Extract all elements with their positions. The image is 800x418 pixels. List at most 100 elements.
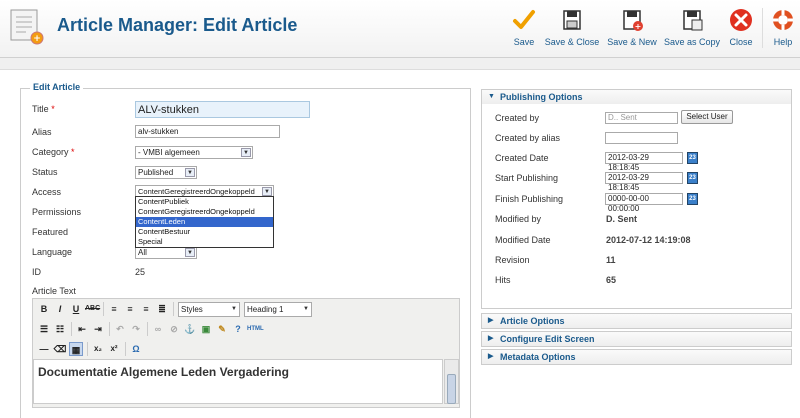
created-by-alias-label: Created by alias — [495, 133, 561, 143]
revision-value: 11 — [606, 255, 616, 265]
id-value: 25 — [135, 267, 146, 277]
access-dropdown-list[interactable]: ContentPubliek ContentGeregistreerdOngek… — [135, 196, 274, 248]
access-option-highlighted[interactable]: ContentLeden — [136, 217, 273, 227]
id-label: ID — [32, 267, 41, 277]
toolbar-separator — [173, 302, 174, 316]
visual-aid-icon[interactable]: ▦ — [69, 342, 83, 356]
created-by-alias-input[interactable] — [605, 132, 678, 144]
configure-edit-screen-header[interactable]: ▶ Configure Edit Screen — [481, 331, 792, 347]
alias-label: Alias — [32, 127, 52, 137]
editor-scrollbar[interactable] — [444, 359, 459, 404]
hits-value: 65 — [606, 275, 617, 285]
save-as-copy-button[interactable]: Save as Copy — [664, 8, 720, 52]
unlink-icon[interactable]: ⊘ — [167, 322, 181, 336]
modified-by-label: Modified by — [495, 214, 542, 224]
image-icon[interactable]: ▣ — [199, 322, 213, 336]
link-icon[interactable]: ∞ — [151, 322, 165, 336]
article-options-header[interactable]: ▶ Article Options — [481, 313, 792, 329]
created-date-input[interactable]: 2012-03-29 18:18:45 — [605, 152, 683, 172]
help-button[interactable]: Help — [771, 8, 795, 52]
floppy-copy-icon — [683, 10, 703, 31]
bullet-list-icon[interactable]: ☰ — [37, 322, 51, 336]
start-publishing-input[interactable]: 2012-03-29 18:18:45 — [605, 172, 683, 192]
publishing-options-title: Publishing Options — [500, 92, 583, 102]
calendar-icon[interactable]: 23 — [687, 172, 698, 184]
toolbar-separator — [109, 322, 110, 336]
html-icon[interactable]: HTML — [247, 322, 264, 336]
publishing-options-header[interactable]: ▼ Publishing Options — [481, 89, 792, 105]
status-select[interactable]: Published ▼ — [135, 166, 197, 179]
redo-icon[interactable]: ↷ — [129, 322, 143, 336]
created-date-label: Created Date — [495, 153, 549, 163]
save-new-label: Save & New — [607, 37, 657, 47]
finish-publishing-input[interactable]: 0000-00-00 00:00:00 — [605, 193, 683, 213]
align-justify-icon[interactable]: ≣ — [155, 302, 169, 316]
hits-label: Hits — [495, 275, 511, 285]
toolbar-divider — [762, 8, 763, 48]
save-as-copy-label: Save as Copy — [664, 37, 721, 47]
toolbar-separator — [87, 342, 88, 356]
start-publishing-label: Start Publishing — [495, 173, 559, 183]
editor-toolbar-row-2: ☰ ☷ ⇤ ⇥ ↶ ↷ ∞ ⊘ ⚓ ▣ ✎ ? HTML — [33, 322, 459, 342]
help-icon[interactable]: ? — [231, 322, 245, 336]
triangle-down-icon: ▼ — [488, 93, 495, 100]
align-center-icon[interactable]: ≡ — [123, 302, 137, 316]
underline-icon[interactable]: U — [69, 302, 83, 316]
remove-format-icon[interactable]: ⌫ — [53, 342, 67, 356]
category-select[interactable]: - VMBI algemeen ▼ — [135, 146, 253, 159]
alias-input[interactable] — [135, 125, 280, 138]
calendar-icon[interactable]: 23 — [687, 152, 698, 164]
strikethrough-icon[interactable]: ABC — [85, 302, 100, 316]
access-option[interactable]: Special — [136, 237, 273, 247]
access-option[interactable]: ContentGeregistreerdOngekoppeld — [136, 207, 273, 217]
horizontal-rule-icon[interactable]: — — [37, 342, 51, 356]
revision-label: Revision — [495, 255, 530, 265]
triangle-right-icon: ▶ — [488, 353, 494, 360]
heading-value: Heading 1 — [247, 305, 284, 314]
select-user-button[interactable]: Select User — [681, 110, 733, 124]
heading-select[interactable]: Heading 1 ▼ — [244, 302, 312, 317]
subscript-icon[interactable]: x₂ — [91, 342, 105, 356]
chevron-down-icon: ▼ — [185, 248, 195, 257]
calendar-icon[interactable]: 23 — [687, 193, 698, 205]
status-label: Status — [32, 167, 58, 177]
cleanup-icon[interactable]: ✎ — [215, 322, 229, 336]
save-new-button[interactable]: + Save & New — [606, 8, 658, 52]
modified-date-value: 2012-07-12 14:19:08 — [606, 235, 691, 245]
svg-text:+: + — [635, 22, 642, 31]
language-label: Language — [32, 247, 73, 257]
close-button[interactable]: Close — [728, 8, 754, 52]
access-option[interactable]: ContentPubliek — [136, 197, 273, 207]
metadata-options-header[interactable]: ▶ Metadata Options — [481, 349, 792, 365]
align-right-icon[interactable]: ≡ — [139, 302, 153, 316]
svg-text:+: + — [33, 34, 41, 44]
permissions-label: Permissions — [32, 207, 82, 217]
align-left-icon[interactable]: ≡ — [107, 302, 121, 316]
anchor-icon[interactable]: ⚓ — [183, 322, 197, 336]
help-label: Help — [773, 37, 793, 47]
bold-icon[interactable]: B — [37, 302, 51, 316]
toolbar-separator — [125, 342, 126, 356]
configure-edit-screen-title: Configure Edit Screen — [500, 334, 595, 344]
created-by-label: Created by — [495, 113, 540, 123]
numbered-list-icon[interactable]: ☷ — [53, 322, 67, 336]
access-option[interactable]: ContentBestuur — [136, 227, 273, 237]
triangle-right-icon: ▶ — [488, 317, 494, 324]
triangle-right-icon: ▶ — [488, 335, 494, 342]
save-close-button[interactable]: Save & Close — [544, 8, 600, 52]
outdent-icon[interactable]: ⇤ — [75, 322, 89, 336]
title-input[interactable] — [135, 101, 310, 118]
edit-article-legend: Edit Article — [30, 82, 84, 92]
chevron-down-icon: ▼ — [231, 306, 237, 312]
undo-icon[interactable]: ↶ — [113, 322, 127, 336]
save-button[interactable]: Save — [510, 8, 538, 52]
indent-icon[interactable]: ⇥ — [91, 322, 105, 336]
special-character-icon[interactable]: Ω — [129, 342, 143, 356]
page-header: + Article Manager: Edit Article Save Sav… — [0, 0, 800, 58]
italic-icon[interactable]: I — [53, 302, 67, 316]
created-by-field[interactable]: D.. Sent — [605, 112, 678, 124]
styles-select[interactable]: Styles ▼ — [178, 302, 240, 317]
superscript-icon[interactable]: x² — [107, 342, 121, 356]
finish-publishing-label: Finish Publishing — [495, 194, 564, 204]
article-text-label: Article Text — [32, 286, 76, 296]
